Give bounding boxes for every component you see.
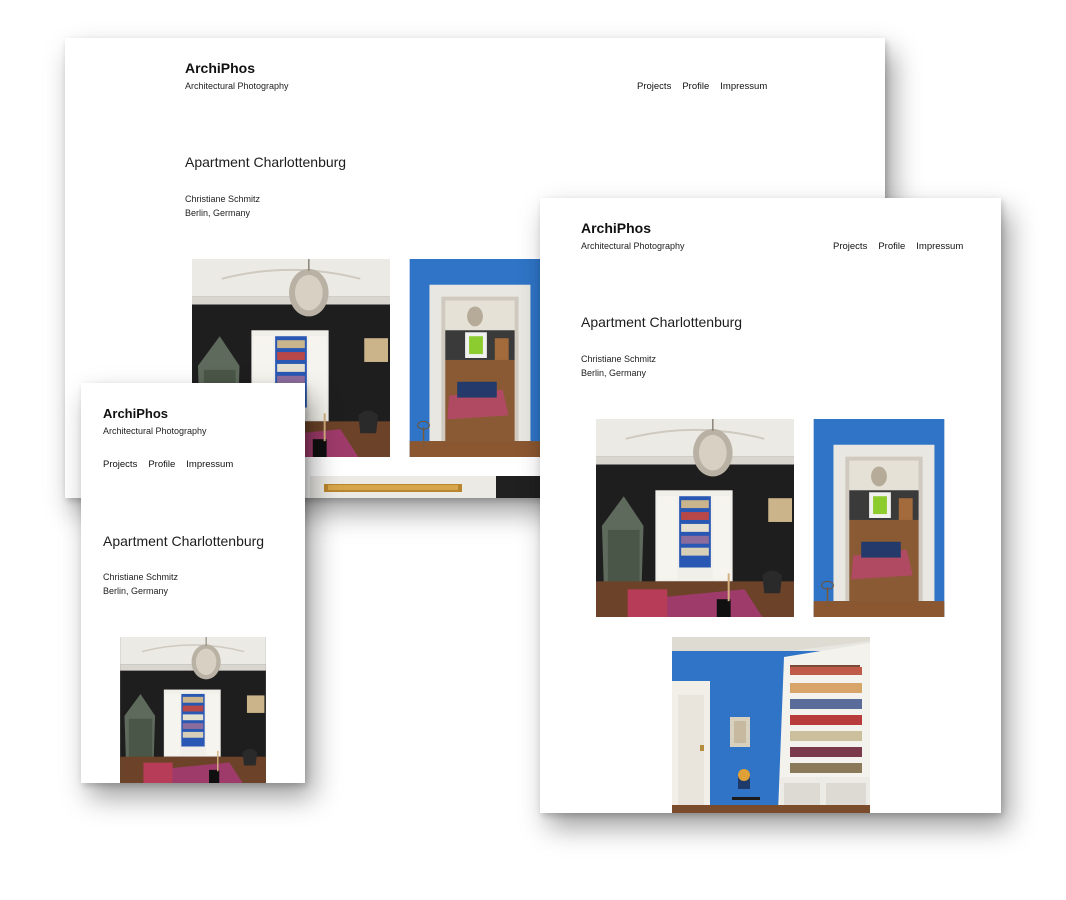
main-nav: Projects Profile Impressum bbox=[637, 81, 767, 92]
project-location: Berlin, Germany bbox=[185, 207, 251, 218]
tablet-mockup: ArchiPhos Architectural Photography Proj… bbox=[540, 198, 1001, 813]
project-client: Christiane Schmitz bbox=[103, 572, 179, 582]
nav-projects[interactable]: Projects bbox=[103, 459, 137, 470]
project-meta: Christiane Schmitz Berlin, Germany bbox=[185, 193, 260, 220]
main-nav: Projects Profile Impressum bbox=[103, 459, 233, 470]
site-tagline: Architectural Photography bbox=[185, 81, 289, 91]
site-brand[interactable]: ArchiPhos bbox=[185, 60, 255, 76]
project-client: Christiane Schmitz bbox=[185, 194, 261, 204]
project-client: Christiane Schmitz bbox=[581, 354, 657, 364]
site-tagline: Architectural Photography bbox=[103, 426, 207, 436]
project-photo-partial[interactable] bbox=[310, 476, 540, 498]
nav-profile[interactable]: Profile bbox=[148, 459, 175, 470]
nav-profile[interactable]: Profile bbox=[878, 241, 905, 252]
project-meta: Christiane Schmitz Berlin, Germany bbox=[103, 571, 178, 598]
nav-projects[interactable]: Projects bbox=[637, 81, 671, 92]
site-brand[interactable]: ArchiPhos bbox=[581, 220, 651, 236]
site-brand[interactable]: ArchiPhos bbox=[103, 406, 168, 421]
nav-impressum[interactable]: Impressum bbox=[186, 459, 233, 470]
project-photo-black-room[interactable] bbox=[596, 419, 794, 617]
nav-profile[interactable]: Profile bbox=[682, 81, 709, 92]
project-meta: Christiane Schmitz Berlin, Germany bbox=[581, 353, 656, 380]
project-photo-black-room[interactable] bbox=[103, 637, 283, 783]
main-nav: Projects Profile Impressum bbox=[833, 241, 963, 252]
project-photo-blue-library[interactable] bbox=[672, 637, 870, 813]
project-title: Apartment Charlottenburg bbox=[185, 154, 347, 170]
nav-impressum[interactable]: Impressum bbox=[720, 81, 767, 92]
project-photo-blue-doorway[interactable] bbox=[813, 419, 945, 617]
project-title: Apartment Charlottenburg bbox=[103, 533, 265, 549]
nav-projects[interactable]: Projects bbox=[833, 241, 867, 252]
project-location: Berlin, Germany bbox=[581, 367, 647, 378]
project-photo-blue-doorway[interactable] bbox=[409, 259, 541, 457]
project-location: Berlin, Germany bbox=[103, 585, 169, 596]
site-tagline: Architectural Photography bbox=[581, 241, 685, 251]
mobile-mockup: ArchiPhos Architectural Photography Proj… bbox=[81, 383, 305, 783]
nav-impressum[interactable]: Impressum bbox=[916, 241, 963, 252]
project-title: Apartment Charlottenburg bbox=[581, 314, 743, 330]
